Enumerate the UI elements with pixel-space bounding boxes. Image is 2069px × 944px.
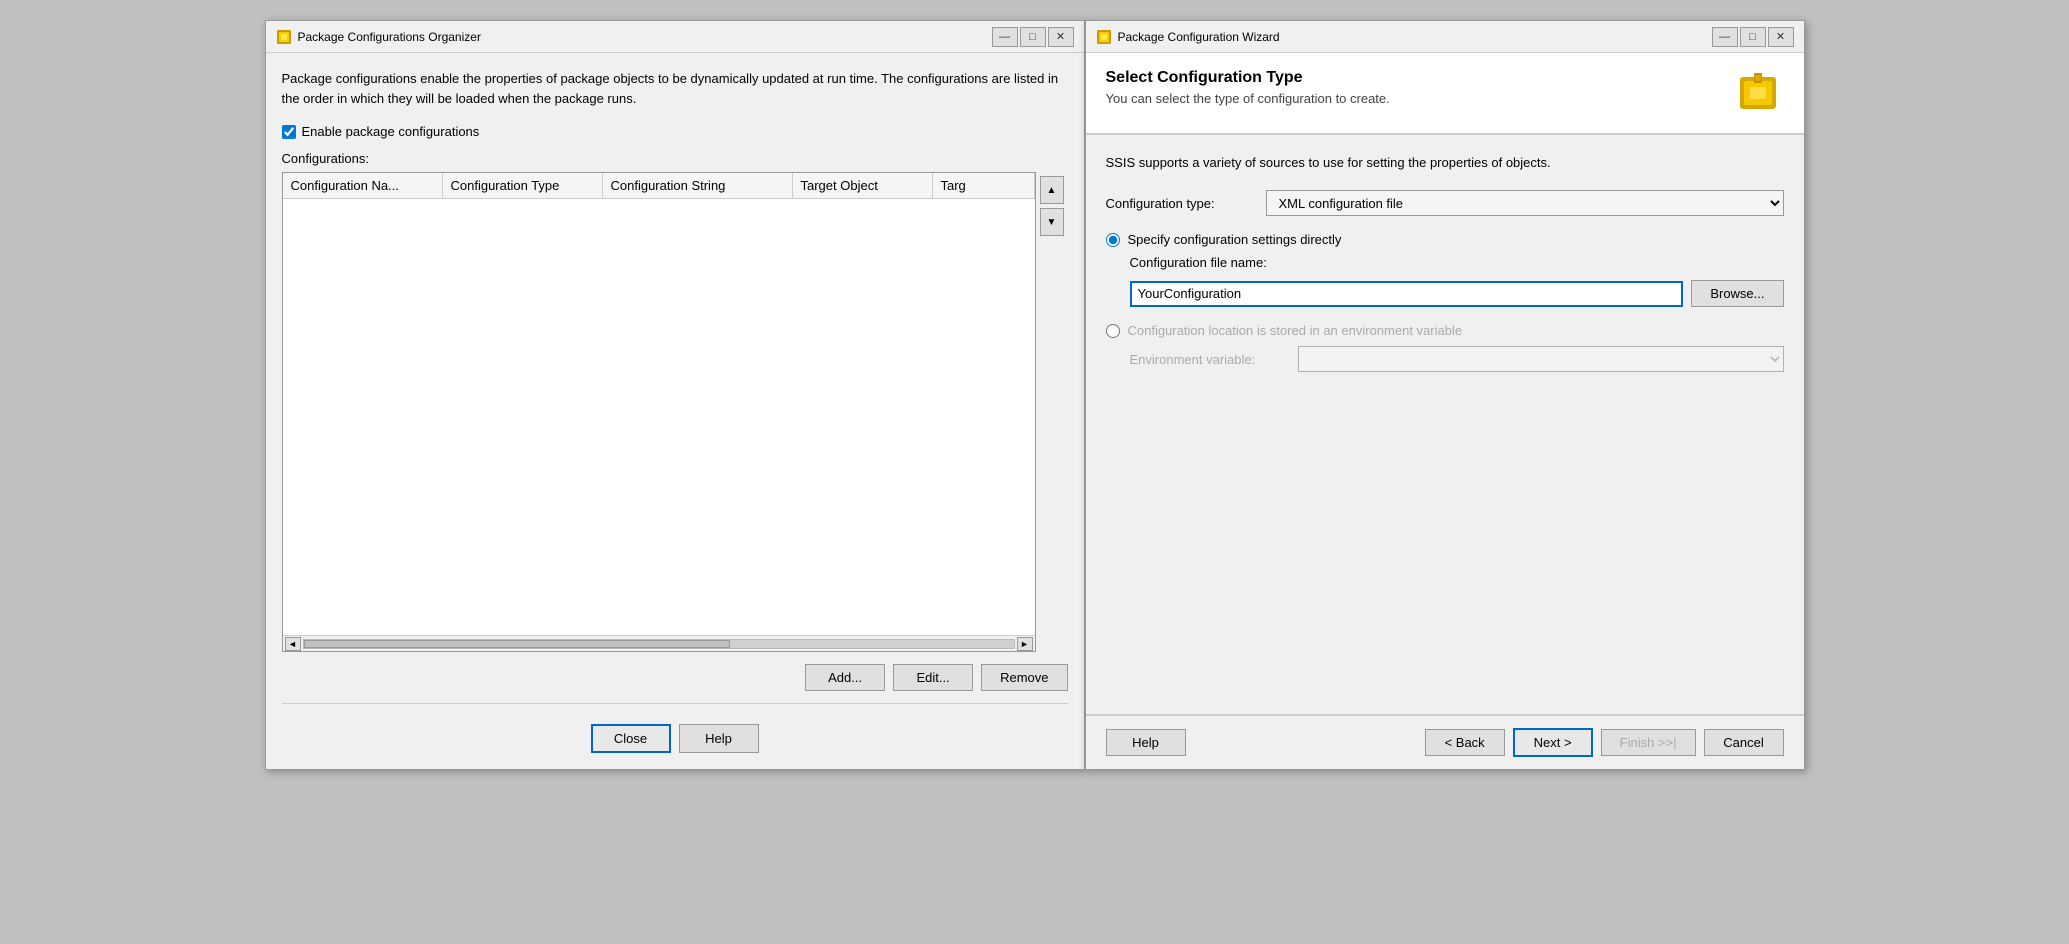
config-file-subform: Configuration file name: Browse...: [1130, 255, 1784, 307]
wizard-header-icon: [1736, 69, 1784, 117]
right-close-button[interactable]: ✕: [1768, 27, 1794, 47]
env-var-subform: Environment variable:: [1130, 346, 1784, 372]
configurations-table: Configuration Na... Configuration Type C…: [282, 172, 1036, 652]
remove-button[interactable]: Remove: [981, 664, 1067, 691]
wizard-finish-button[interactable]: Finish >>|: [1601, 729, 1696, 756]
horizontal-scrollbar[interactable]: ◄ ►: [283, 635, 1035, 651]
table-action-buttons: Add... Edit... Remove: [282, 664, 1068, 691]
left-title-bar-left: Package Configurations Organizer: [276, 29, 481, 45]
col-header-target: Target Object: [793, 173, 933, 198]
scroll-thumb: [304, 640, 730, 648]
description-text: Package configurations enable the proper…: [282, 69, 1068, 108]
config-file-name-row: Configuration file name:: [1130, 255, 1784, 270]
env-var-dropdown[interactable]: [1298, 346, 1784, 372]
left-window-content: Package configurations enable the proper…: [266, 53, 1084, 769]
radio-envvar-label: Configuration location is stored in an e…: [1128, 323, 1463, 338]
wizard-back-button[interactable]: < Back: [1425, 729, 1505, 756]
bottom-buttons: Close Help: [282, 724, 1068, 753]
radio-directly-section: Specify configuration settings directly …: [1106, 232, 1784, 307]
config-file-name-input[interactable]: [1130, 281, 1684, 307]
scroll-down-button[interactable]: ▼: [1040, 208, 1064, 236]
table-header: Configuration Na... Configuration Type C…: [283, 173, 1035, 199]
scroll-right-button[interactable]: ►: [1017, 637, 1033, 651]
wizard-help-button[interactable]: Help: [1106, 729, 1186, 756]
scroll-track[interactable]: [303, 639, 1015, 649]
wizard-icon: [1096, 29, 1112, 45]
right-maximize-button[interactable]: □: [1740, 27, 1766, 47]
left-close-button[interactable]: ✕: [1048, 27, 1074, 47]
left-minimize-button[interactable]: —: [992, 27, 1018, 47]
radio-directly-label: Specify configuration settings directly: [1128, 232, 1342, 247]
enable-checkbox-row: Enable package configurations: [282, 124, 1068, 139]
enable-checkbox-label: Enable package configurations: [302, 124, 480, 139]
table-body: [283, 199, 1035, 635]
radio-envvar-row: Configuration location is stored in an e…: [1106, 323, 1784, 338]
right-minimize-button[interactable]: —: [1712, 27, 1738, 47]
config-type-dropdown[interactable]: XML configuration file Environment varia…: [1266, 190, 1784, 216]
col-header-type: Configuration Type: [443, 173, 603, 198]
info-text: SSIS supports a variety of sources to us…: [1106, 155, 1784, 170]
radio-directly[interactable]: [1106, 233, 1120, 247]
wizard-header: Select Configuration Type You can select…: [1086, 53, 1804, 135]
enable-package-configs-checkbox[interactable]: [282, 125, 296, 139]
package-configuration-wizard-window: Package Configuration Wizard — □ ✕ Selec…: [1085, 20, 1805, 770]
config-type-row: Configuration type: XML configuration fi…: [1106, 190, 1784, 216]
right-title-bar-left: Package Configuration Wizard: [1096, 29, 1280, 45]
package-configurations-organizer-window: Package Configurations Organizer — □ ✕ P…: [265, 20, 1085, 770]
radio-envvar-section: Configuration location is stored in an e…: [1106, 323, 1784, 372]
scroll-left-button[interactable]: ◄: [285, 637, 301, 651]
add-button[interactable]: Add...: [805, 664, 885, 691]
left-window-title: Package Configurations Organizer: [298, 30, 481, 44]
col-header-targ2: Targ: [933, 173, 1035, 198]
scroll-buttons-panel: ▲ ▼: [1036, 172, 1068, 652]
divider: [282, 703, 1068, 704]
help-button-left[interactable]: Help: [679, 724, 759, 753]
wizard-subheading: You can select the type of configuration…: [1106, 91, 1390, 106]
browse-button[interactable]: Browse...: [1691, 280, 1783, 307]
left-maximize-button[interactable]: □: [1020, 27, 1046, 47]
config-type-control: XML configuration file Environment varia…: [1266, 190, 1784, 216]
env-var-row: Environment variable:: [1130, 346, 1784, 372]
wizard-body: SSIS supports a variety of sources to us…: [1086, 135, 1804, 714]
right-window-title: Package Configuration Wizard: [1118, 30, 1280, 44]
scroll-up-button[interactable]: ▲: [1040, 176, 1064, 204]
edit-button[interactable]: Edit...: [893, 664, 973, 691]
right-title-bar: Package Configuration Wizard — □ ✕: [1086, 21, 1804, 53]
left-title-bar: Package Configurations Organizer — □ ✕: [266, 21, 1084, 53]
package-icon: [276, 29, 292, 45]
configurations-label: Configurations:: [282, 151, 1068, 166]
right-title-bar-controls: — □ ✕: [1712, 27, 1794, 47]
wizard-next-button[interactable]: Next >: [1513, 728, 1593, 757]
wizard-header-text: Select Configuration Type You can select…: [1106, 69, 1390, 106]
radio-directly-row: Specify configuration settings directly: [1106, 232, 1784, 247]
env-var-label: Environment variable:: [1130, 352, 1290, 367]
config-file-name-label: Configuration file name:: [1130, 255, 1290, 270]
col-header-name: Configuration Na...: [283, 173, 443, 198]
col-header-string: Configuration String: [603, 173, 793, 198]
config-file-input-row: Browse...: [1130, 280, 1784, 307]
left-title-bar-controls: — □ ✕: [992, 27, 1074, 47]
config-type-label: Configuration type:: [1106, 196, 1266, 211]
close-button[interactable]: Close: [591, 724, 671, 753]
wizard-heading: Select Configuration Type: [1106, 69, 1390, 87]
radio-envvar[interactable]: [1106, 324, 1120, 338]
wizard-footer: Help < Back Next > Finish >>| Cancel: [1086, 714, 1804, 769]
wizard-cancel-button[interactable]: Cancel: [1704, 729, 1784, 756]
